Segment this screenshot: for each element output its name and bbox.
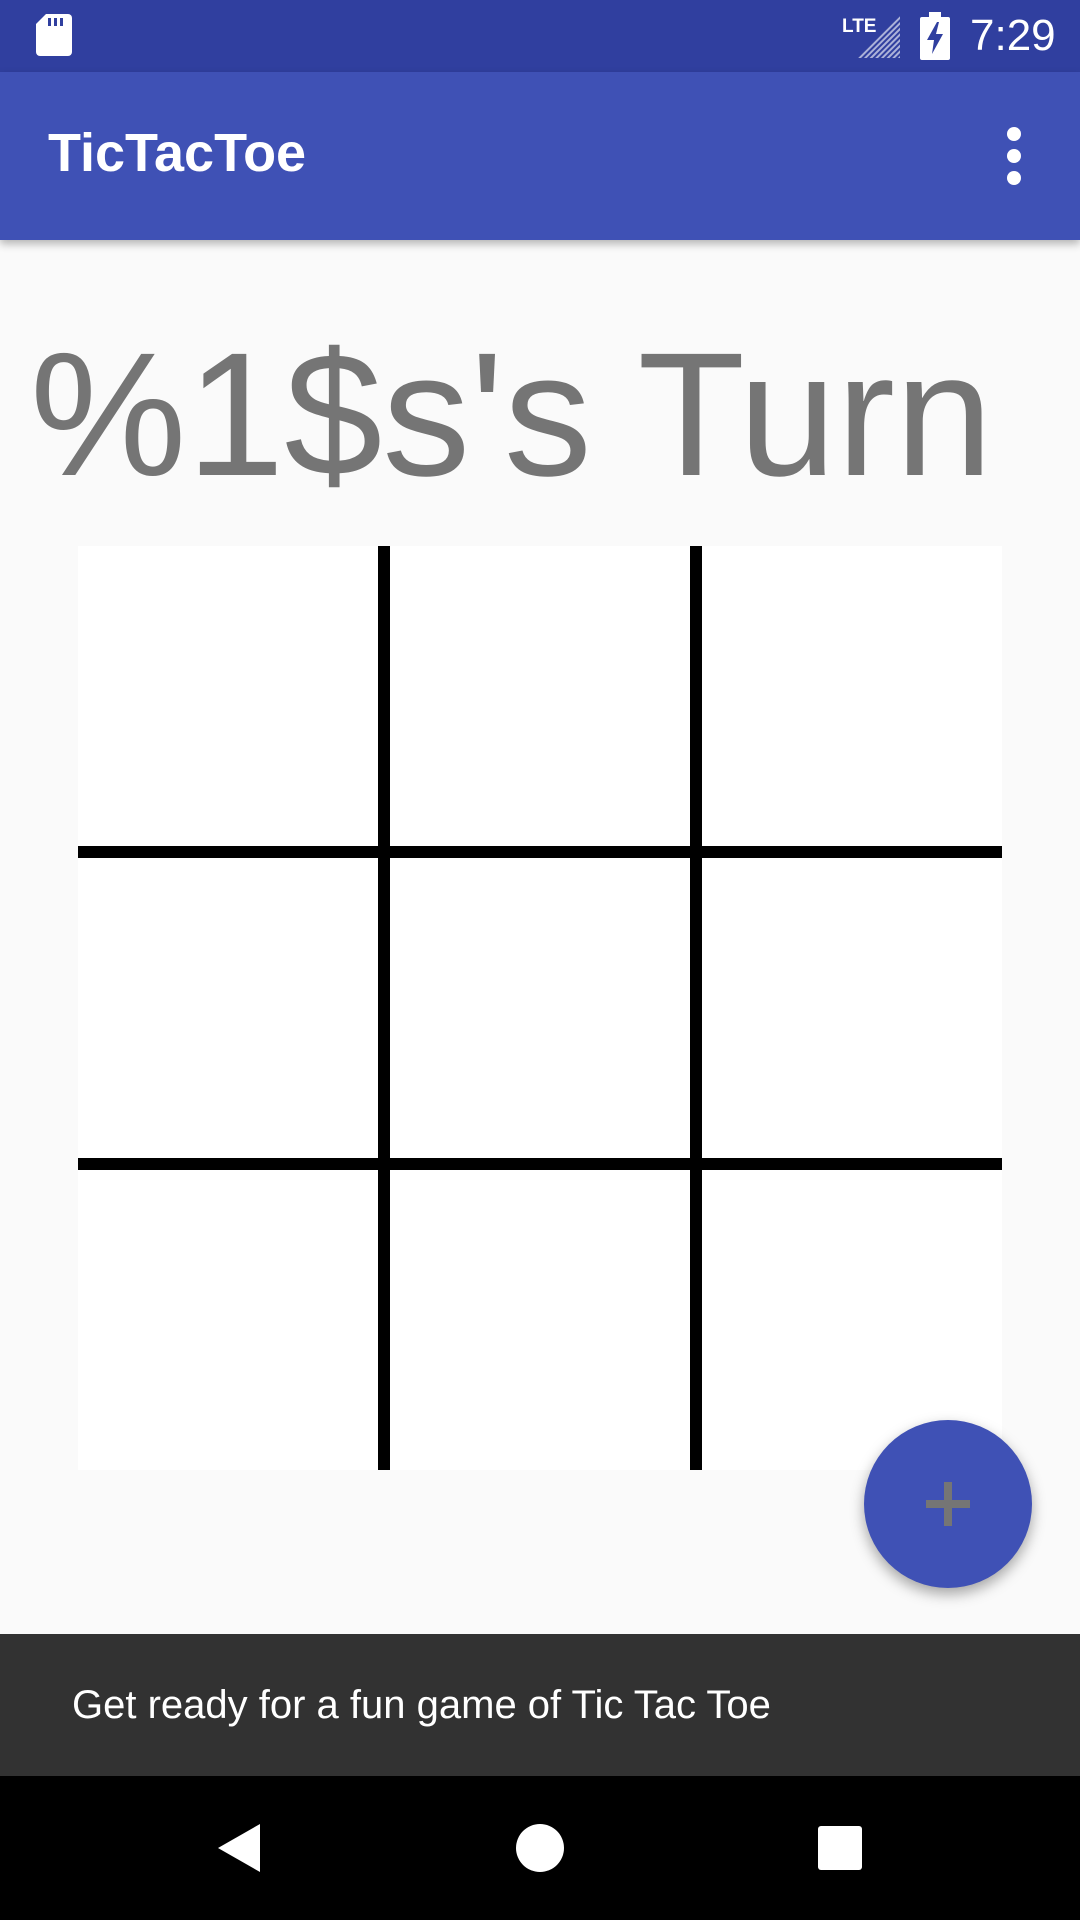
turn-indicator: %1$s's Turn [30, 317, 993, 513]
more-vert-icon[interactable] [980, 120, 1048, 192]
battery-charging-icon [920, 12, 950, 60]
grid-line-horizontal [78, 846, 1002, 858]
grid-line-horizontal [78, 1158, 1002, 1170]
grid-line-vertical [378, 546, 390, 1470]
back-icon[interactable] [194, 1802, 286, 1894]
new-game-fab[interactable] [864, 1420, 1032, 1588]
plus-icon [926, 1482, 970, 1526]
lte-signal-icon: LTE [842, 16, 900, 58]
home-icon[interactable] [494, 1802, 586, 1894]
snackbar-message: Get ready for a fun game of Tic Tac Toe [72, 1683, 771, 1727]
board-cell[interactable] [696, 546, 1002, 852]
status-bar: LTE 7:29 [0, 0, 1080, 72]
app-bar: TicTacToe [0, 72, 1080, 240]
board-cell[interactable] [387, 1164, 693, 1470]
sd-card-icon [36, 14, 72, 56]
board-cell[interactable] [78, 546, 384, 852]
screen: LTE 7:29 TicTacToe %1$s's Turn Get ready… [0, 0, 1080, 1920]
board-cell[interactable] [78, 855, 384, 1161]
snackbar: Get ready for a fun game of Tic Tac Toe [0, 1634, 1080, 1776]
app-title: TicTacToe [48, 123, 307, 183]
board-cell[interactable] [78, 1164, 384, 1470]
game-board [78, 546, 1002, 1470]
board-cell[interactable] [696, 855, 1002, 1161]
grid-line-vertical [690, 546, 702, 1470]
board-cell[interactable] [387, 546, 693, 852]
recents-icon[interactable] [794, 1802, 886, 1894]
board-cell[interactable] [387, 855, 693, 1161]
status-time: 7:29 [970, 11, 1056, 60]
navigation-bar [0, 1776, 1080, 1920]
lte-label: LTE [842, 16, 876, 37]
